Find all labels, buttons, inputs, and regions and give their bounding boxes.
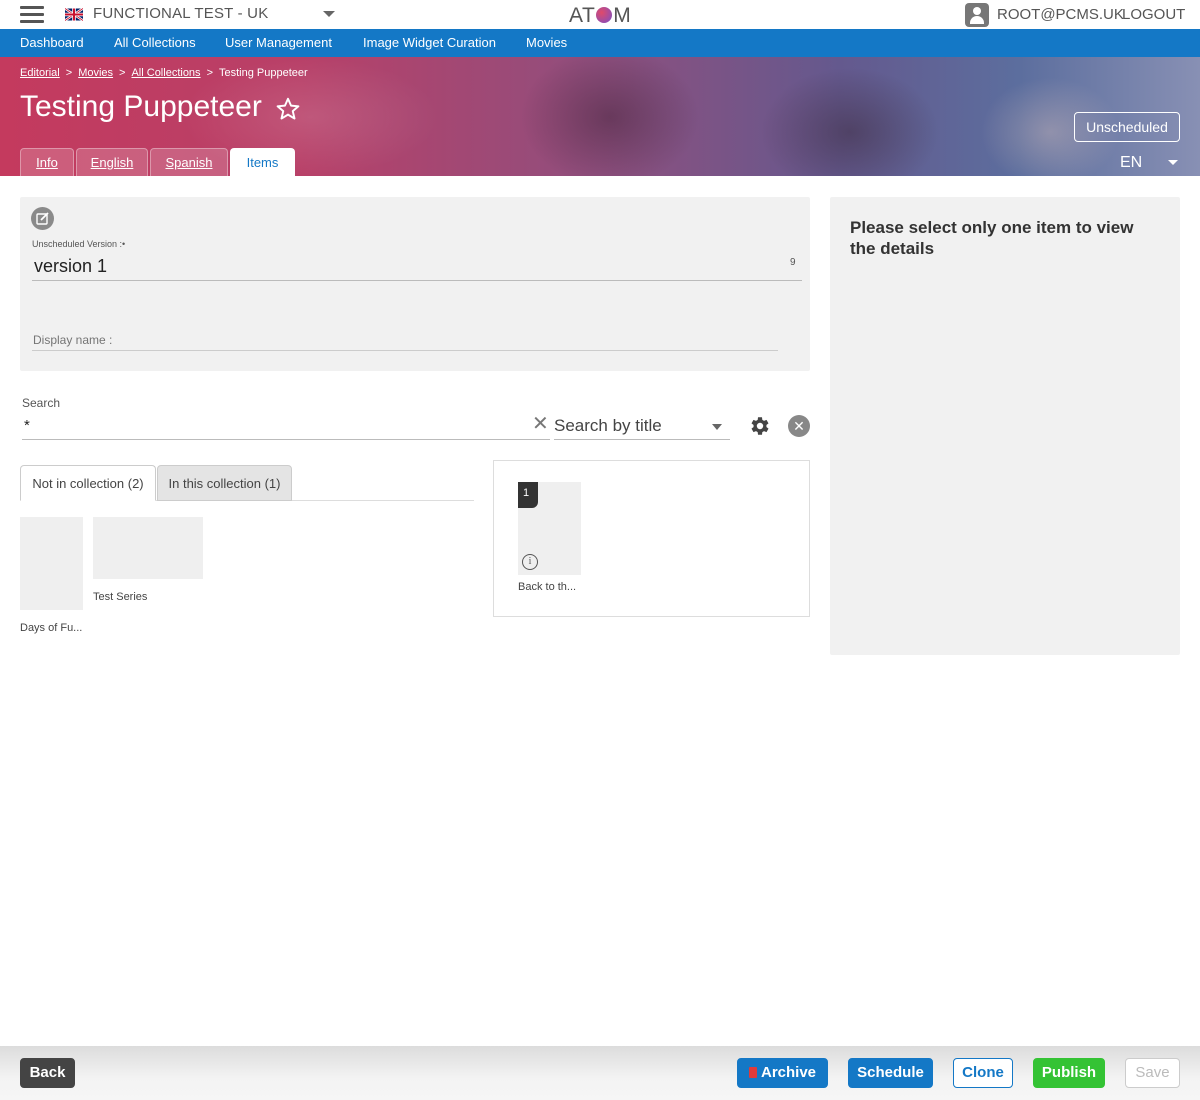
archive-button[interactable]: Archive [737, 1058, 828, 1088]
list-item[interactable]: Days of Fu... [20, 517, 83, 634]
page-title: Testing Puppeteer [20, 90, 262, 123]
nav-image-widget-curation[interactable]: Image Widget Curation [363, 35, 496, 50]
details-message: Please select only one item to view the … [850, 218, 1134, 258]
language-selector[interactable]: EN [1120, 154, 1182, 176]
breadcrumb-movies[interactable]: Movies [78, 67, 113, 79]
hero-decoration [520, 57, 700, 176]
item-caption: Days of Fu... [20, 622, 83, 634]
breadcrumb-current: Testing Puppeteer [219, 67, 308, 79]
search-mode-select[interactable]: Search by title [554, 412, 730, 440]
edit-icon[interactable] [31, 207, 54, 230]
atom-logo[interactable]: AT M [569, 4, 631, 28]
search-mode-value: Search by title [554, 416, 662, 435]
collection-items-box: 1 i Back to th... [493, 460, 810, 617]
list-item[interactable]: Test Series [93, 517, 203, 603]
chevron-down-icon [1168, 160, 1178, 165]
top-bar: FUNCTIONAL TEST - UK AT M ROOT@PCMS.UK LO… [0, 0, 1200, 29]
tab-in-this-collection[interactable]: In this collection (1) [157, 465, 292, 501]
search-label: Search [22, 396, 61, 410]
nav-user-management[interactable]: User Management [225, 35, 332, 50]
menu-icon[interactable] [20, 6, 44, 23]
action-footer: Back Archive Schedule Clone Publish Save [0, 1046, 1200, 1100]
tab-items[interactable]: Items [230, 148, 295, 176]
nav-movies[interactable]: Movies [526, 35, 567, 50]
star-icon[interactable] [275, 96, 301, 122]
clone-button[interactable]: Clone [953, 1058, 1013, 1088]
main-nav: Dashboard All Collections User Managemen… [0, 29, 1200, 57]
tab-english[interactable]: English [76, 148, 148, 176]
logout-link[interactable]: LOGOUT [1122, 6, 1185, 23]
publish-button[interactable]: Publish [1033, 1058, 1105, 1088]
version-label: Unscheduled Version :• [32, 239, 126, 249]
version-name-input[interactable] [32, 252, 802, 281]
logo-text-left: AT [569, 4, 596, 27]
nav-dashboard[interactable]: Dashboard [20, 35, 84, 50]
logo-circle-icon [596, 7, 613, 23]
item-thumbnail [93, 517, 203, 579]
language-value: EN [1120, 154, 1143, 171]
item-list-tabs: Not in collection (2) In this collection… [20, 465, 474, 501]
tab-spanish[interactable]: Spanish [150, 148, 228, 176]
schedule-button[interactable]: Schedule [848, 1058, 933, 1088]
hero-banner: Editorial > Movies > All Collections > Testing… [0, 57, 1200, 176]
breadcrumb-all-collections[interactable]: All Collections [131, 67, 200, 79]
user-name[interactable]: ROOT@PCMS.UK [997, 6, 1124, 23]
item-thumbnail [20, 517, 83, 610]
gear-icon[interactable] [747, 414, 771, 438]
item-caption: Back to th... [518, 581, 577, 593]
search-input[interactable] [22, 412, 550, 440]
tenant-selector[interactable]: FUNCTIONAL TEST - UK [93, 5, 268, 22]
back-button[interactable]: Back [20, 1058, 75, 1088]
chevron-down-icon [712, 424, 722, 430]
collection-item[interactable]: 1 i Back to th... [518, 482, 581, 593]
chevron-down-icon[interactable] [323, 11, 335, 17]
status-button[interactable]: Unscheduled [1074, 112, 1180, 142]
save-button[interactable]: Save [1125, 1058, 1180, 1088]
edit-icon-glyph [36, 212, 49, 225]
display-name-input[interactable] [32, 329, 778, 351]
breadcrumb: Editorial > Movies > All Collections > Testing… [20, 67, 308, 79]
tab-info[interactable]: Info [20, 148, 74, 176]
item-position-badge: 1 [518, 482, 538, 508]
item-thumbnail: 1 i [518, 482, 581, 575]
logo-text-right: M [613, 4, 632, 27]
uk-flag-icon [65, 8, 83, 21]
archive-label: Archive [760, 1064, 817, 1081]
breadcrumb-editorial[interactable]: Editorial [20, 67, 60, 79]
clear-icon[interactable]: ✕ [532, 414, 549, 434]
version-panel: Unscheduled Version :• 9 [20, 197, 810, 371]
details-panel: Please select only one item to view the … [830, 197, 1180, 655]
item-caption: Test Series [93, 591, 148, 603]
close-icon[interactable]: ✕ [788, 415, 810, 437]
hero-decoration [760, 67, 940, 176]
info-icon[interactable]: i [522, 554, 538, 570]
user-icon[interactable] [965, 3, 989, 27]
character-count: 9 [790, 257, 796, 268]
tab-not-in-collection[interactable]: Not in collection (2) [20, 465, 156, 501]
nav-all-collections[interactable]: All Collections [114, 35, 196, 50]
trash-icon [748, 1067, 757, 1078]
